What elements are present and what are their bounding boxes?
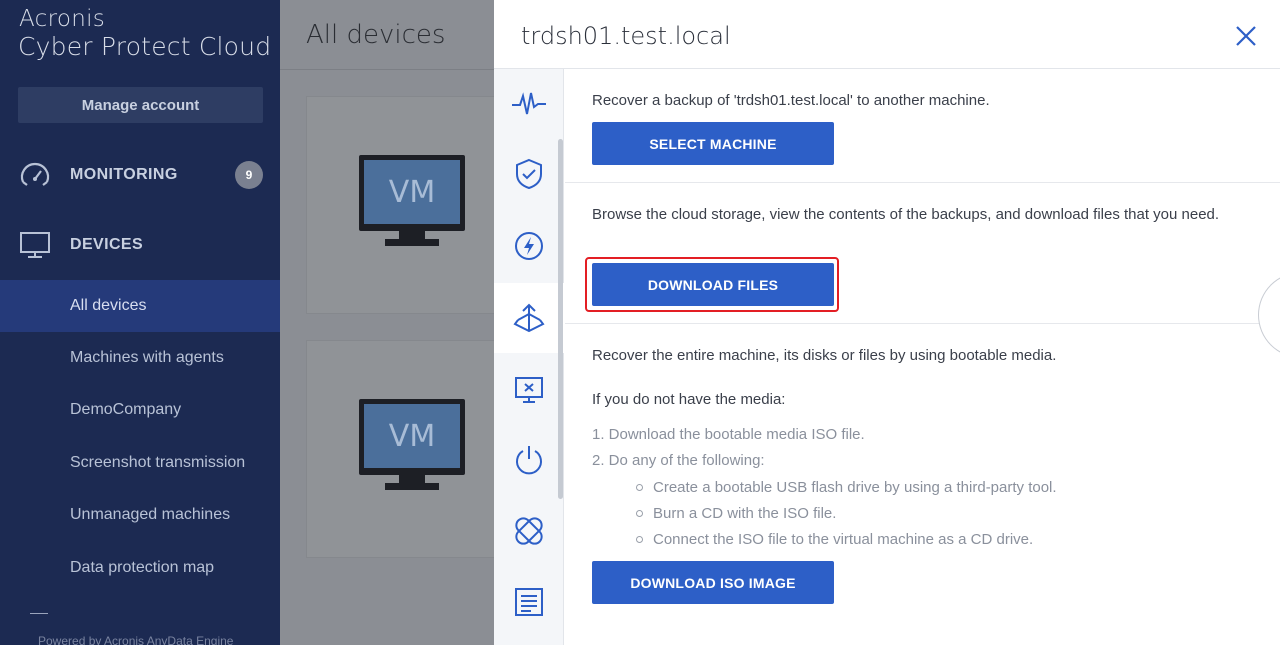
- tab-power[interactable]: [494, 425, 564, 495]
- panel-title: trdsh01.test.local: [521, 22, 731, 50]
- power-icon: [516, 446, 542, 475]
- tab-protection[interactable]: [494, 139, 564, 209]
- section-download-files: Browse the cloud storage, view the conte…: [565, 183, 1280, 324]
- brand-name: Acronis: [19, 6, 106, 32]
- tab-remote-desktop[interactable]: [494, 355, 564, 425]
- bullet-icon: [636, 510, 643, 517]
- tab-recovery[interactable]: [494, 283, 565, 353]
- section-recover-to-other-machine: Recover a backup of 'trdsh01.test.local'…: [565, 69, 1280, 183]
- vm-icon: VM: [359, 155, 465, 231]
- page-title: All devices: [306, 20, 446, 50]
- patch-icon: [515, 517, 543, 545]
- section3-text: Recover the entire machine, its disks or…: [592, 347, 1057, 364]
- nav-devices[interactable]: DEVICES: [0, 215, 280, 275]
- nav-monitoring-label: MONITORING: [70, 166, 178, 183]
- powered-by: Powered by Acronis AnyData Engine: [38, 634, 234, 645]
- brand-product: Cyber Protect Cloud: [18, 32, 272, 61]
- device-card[interactable]: VM: [306, 96, 506, 314]
- recovery-icon: [513, 303, 545, 333]
- sidebar-item-democompany[interactable]: DemoCompany: [0, 384, 280, 436]
- tab-backup-now[interactable]: [494, 211, 564, 281]
- remote-desktop-icon: [515, 377, 543, 403]
- vm-label: VM: [364, 404, 460, 468]
- download-iso-button[interactable]: DOWNLOAD ISO IMAGE: [592, 561, 834, 604]
- select-machine-button[interactable]: SELECT MACHINE: [592, 122, 834, 165]
- sidebar-item-data-protection-map[interactable]: Data protection map: [0, 542, 280, 594]
- step-1: 1. Download the bootable media ISO file.: [592, 426, 865, 443]
- option-cd: Burn a CD with the ISO file.: [653, 505, 837, 522]
- manage-account-button[interactable]: Manage account: [18, 87, 263, 123]
- tab-patch[interactable]: [494, 496, 564, 566]
- section2-text: Browse the cloud storage, view the conte…: [592, 206, 1220, 223]
- monitor-icon: [20, 232, 50, 258]
- panel-tabs: [494, 69, 565, 645]
- sidebar: Acronis Cyber Protect Cloud Manage accou…: [0, 0, 280, 645]
- section3-subhead: If you do not have the media:: [592, 391, 786, 408]
- gauge-icon: [20, 162, 50, 186]
- close-icon[interactable]: [1234, 24, 1258, 48]
- option-iso: Connect the ISO file to the virtual mach…: [653, 531, 1034, 548]
- monitoring-badge: 9: [235, 161, 263, 189]
- tab-activity[interactable]: [494, 69, 564, 139]
- nav-devices-label: DEVICES: [70, 236, 144, 253]
- vm-label: VM: [364, 160, 460, 224]
- panel-header: trdsh01.test.local: [494, 0, 1280, 69]
- sidebar-item-all-devices[interactable]: All devices: [0, 280, 280, 332]
- device-card[interactable]: VM: [306, 340, 506, 558]
- bullet-icon: [636, 536, 643, 543]
- section-bootable-media: Recover the entire machine, its disks or…: [565, 324, 1280, 645]
- step-2: 2. Do any of the following:: [592, 452, 765, 469]
- shield-icon: [516, 158, 542, 190]
- activity-icon: [512, 92, 546, 115]
- lightning-icon: [515, 232, 543, 260]
- tabs-scrollbar[interactable]: [558, 139, 563, 499]
- download-files-button[interactable]: DOWNLOAD FILES: [592, 263, 834, 306]
- bullet-icon: [636, 484, 643, 491]
- tab-log[interactable]: [494, 567, 564, 637]
- log-icon: [515, 588, 543, 616]
- nav-monitoring[interactable]: MONITORING 9: [0, 145, 280, 205]
- sidebar-item-machines-with-agents[interactable]: Machines with agents: [0, 332, 280, 384]
- collapse-handle[interactable]: [30, 613, 48, 614]
- sidebar-item-unmanaged-machines[interactable]: Unmanaged machines: [0, 489, 280, 541]
- section1-text: Recover a backup of 'trdsh01.test.local'…: [592, 92, 990, 109]
- vm-icon: VM: [359, 399, 465, 475]
- sidebar-item-screenshot-transmission[interactable]: Screenshot transmission: [0, 437, 280, 489]
- option-usb: Create a bootable USB flash drive by usi…: [653, 479, 1057, 496]
- device-details-panel: trdsh01.test.local Recover a backup of '…: [494, 0, 1280, 645]
